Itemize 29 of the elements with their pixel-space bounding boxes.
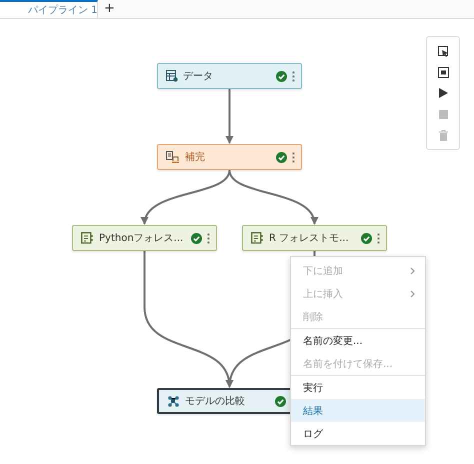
network-icon xyxy=(167,395,180,407)
pipeline-tab[interactable]: パイプライン 1 xyxy=(0,0,98,18)
node-label: R フォレストモ... xyxy=(269,232,350,245)
model-icon xyxy=(251,232,264,244)
more-icon[interactable] xyxy=(292,70,295,82)
table-icon xyxy=(166,70,178,82)
node-label: Pythonフォレス... xyxy=(99,232,184,245)
document-icon xyxy=(166,151,180,163)
more-icon[interactable] xyxy=(292,152,295,162)
menu-item[interactable]: 名前の変更... xyxy=(291,329,425,352)
model-icon xyxy=(81,232,94,244)
more-icon[interactable] xyxy=(377,232,380,244)
trash-icon xyxy=(438,130,448,140)
menu-item[interactable]: ログ xyxy=(291,422,425,445)
pipeline-node[interactable]: 補完 xyxy=(157,144,302,170)
node-label: 補完 xyxy=(185,150,206,164)
more-icon[interactable] xyxy=(207,232,210,244)
play-icon xyxy=(438,88,448,98)
frame-icon xyxy=(438,66,448,78)
add-tab-button[interactable]: + xyxy=(98,0,121,18)
connector-arrow xyxy=(226,89,234,144)
node-label: モデルの比較 xyxy=(185,394,246,408)
node-label: データ xyxy=(183,70,214,83)
stop-icon xyxy=(438,110,448,118)
pipeline-node[interactable]: データ xyxy=(157,63,302,89)
pipeline-node[interactable]: Pythonフォレス... xyxy=(72,225,217,251)
select-icon xyxy=(438,46,448,56)
menu-item[interactable]: 結果 xyxy=(291,399,425,422)
pipeline-node[interactable]: R フォレストモ... xyxy=(242,225,387,251)
